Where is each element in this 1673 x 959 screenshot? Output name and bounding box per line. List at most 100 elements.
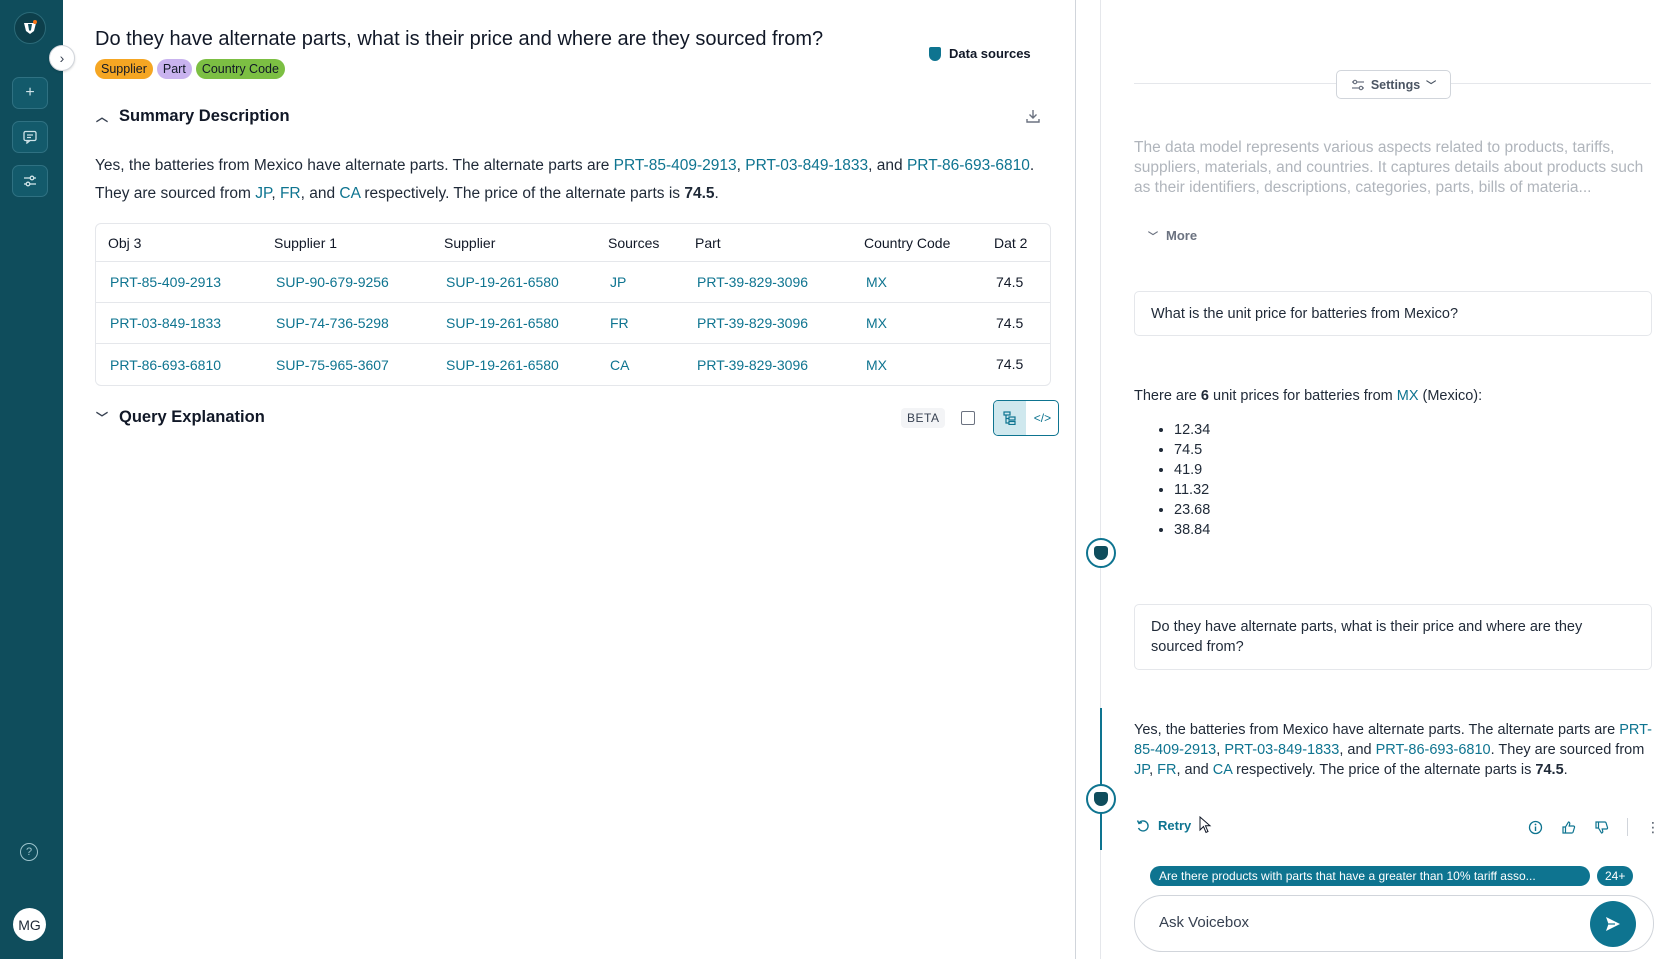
list-item: 38.84	[1174, 520, 1482, 540]
query-explanation-toggle[interactable]: ﹀ Query Explanation	[95, 408, 265, 427]
left-rail: + ? MG	[0, 0, 63, 959]
answer-count: 6	[1200, 388, 1209, 404]
thumbs-up-icon[interactable]	[1561, 820, 1576, 835]
tag-supplier: Supplier	[95, 59, 153, 79]
info-icon[interactable]	[1528, 820, 1543, 835]
summary-heading: Summary Description	[119, 107, 290, 125]
beta-badge: BETA	[901, 408, 946, 428]
country-link[interactable]: MX	[1397, 388, 1419, 404]
chat-history-button[interactable]	[12, 121, 48, 153]
country-link[interactable]: FR	[1157, 762, 1176, 778]
table-cell-link[interactable]: JP	[596, 262, 683, 303]
user-avatar[interactable]: MG	[13, 908, 46, 941]
table-row: PRT-03-849-1833 SUP-74-736-5298 SUP-19-2…	[96, 303, 1050, 344]
table-cell-link[interactable]: SUP-90-679-9256	[262, 262, 432, 303]
column-header[interactable]: Obj 3	[96, 224, 262, 262]
filters-button[interactable]	[12, 165, 48, 197]
message-actions: ⋮	[1528, 818, 1660, 836]
country-link[interactable]: FR	[280, 185, 301, 202]
more-options-icon[interactable]: ⋮	[1646, 819, 1660, 836]
country-link[interactable]: JP	[1134, 762, 1149, 778]
part-link[interactable]: PRT-03-849-1833	[745, 157, 868, 174]
table-cell-link[interactable]: SUP-19-261-6580	[432, 262, 596, 303]
part-link[interactable]: PRT-86-693-6810	[907, 157, 1030, 174]
send-button[interactable]	[1590, 901, 1636, 947]
table-cell-link[interactable]: SUP-75-965-3607	[262, 344, 432, 385]
table-cell-link[interactable]: FR	[596, 303, 683, 344]
ask-input[interactable]	[1159, 914, 1579, 931]
table-cell-link[interactable]: MX	[852, 303, 982, 344]
table-cell-link[interactable]: SUP-19-261-6580	[432, 303, 596, 344]
flow-view-button[interactable]	[994, 401, 1027, 435]
sliders-icon	[24, 175, 36, 187]
table-cell-link[interactable]: SUP-74-736-5298	[262, 303, 432, 344]
list-item: 12.34	[1174, 420, 1482, 440]
assistant-logo-icon	[1094, 546, 1108, 560]
column-header[interactable]: Dat 2	[982, 224, 1050, 262]
table-cell-link[interactable]: PRT-86-693-6810	[96, 344, 262, 385]
table-cell: 74.5	[982, 262, 1050, 303]
download-icon[interactable]	[1025, 108, 1041, 124]
app-logo-icon[interactable]	[14, 12, 46, 44]
table-cell-link[interactable]: PRT-39-829-3096	[683, 344, 852, 385]
country-link[interactable]: CA	[339, 185, 360, 202]
table-cell: 74.5	[996, 356, 1024, 372]
table-cell-link[interactable]: CA	[596, 344, 683, 385]
table-cell-link[interactable]: MX	[852, 344, 982, 385]
actions-divider	[1627, 818, 1628, 836]
table-row: PRT-85-409-2913 SUP-90-679-9256 SUP-19-2…	[96, 262, 1050, 303]
data-sources-button[interactable]: Data sources	[929, 46, 1031, 61]
view-toggle: </>	[993, 400, 1060, 436]
table-cell-link[interactable]: PRT-03-849-1833	[96, 303, 262, 344]
chevron-down-icon: ﹀	[1426, 81, 1437, 92]
chat-icon	[23, 130, 37, 144]
more-button[interactable]: ﹀ More	[1148, 228, 1197, 243]
chevron-up-icon: ︿	[95, 110, 108, 124]
list-item: 74.5	[1174, 440, 1482, 460]
answer-price: 74.5	[1535, 762, 1564, 778]
settings-button[interactable]: Settings ﹀	[1336, 70, 1451, 99]
user-message: What is the unit price for batteries fro…	[1134, 291, 1652, 336]
part-link[interactable]: PRT-85-409-2913	[614, 157, 737, 174]
thumbs-down-icon[interactable]	[1594, 820, 1609, 835]
code-view-button[interactable]: </>	[1026, 401, 1058, 435]
table-row: PRT-86-693-6810 SUP-75-965-3607 SUP-19-2…	[96, 344, 1050, 385]
table-cell: 74.5	[982, 303, 1050, 344]
retry-button[interactable]: Retry	[1136, 818, 1191, 833]
answer-intro: There are 6 unit prices for batteries fr…	[1134, 386, 1482, 406]
summary-section-toggle[interactable]: ︿ Summary Description	[95, 107, 290, 126]
table-cell-link[interactable]: MX	[852, 262, 982, 303]
column-header[interactable]: Country Code	[852, 224, 982, 262]
active-thread-indicator	[1100, 708, 1102, 850]
suggestions-count-badge[interactable]: 24+	[1597, 866, 1634, 886]
plus-icon: +	[25, 84, 35, 101]
column-header[interactable]: Part	[683, 224, 852, 262]
help-icon[interactable]: ?	[20, 843, 38, 861]
column-header[interactable]: Supplier 1	[262, 224, 432, 262]
column-header[interactable]: Sources	[596, 224, 683, 262]
answer-text-part: (Mexico):	[1418, 388, 1483, 404]
table-cell-link[interactable]: PRT-85-409-2913	[96, 262, 262, 303]
country-link[interactable]: CA	[1213, 762, 1232, 778]
table-cell-link[interactable]: PRT-39-829-3096	[683, 262, 852, 303]
answer-text-part: , and	[1176, 762, 1213, 778]
table-cell-link[interactable]: SUP-19-261-6580	[432, 344, 596, 385]
expand-rail-button[interactable]: ›	[49, 45, 75, 71]
table-header-row: Obj 3 Supplier 1 Supplier Sources Part C…	[96, 224, 1050, 262]
part-link[interactable]: PRT-03-849-1833	[1224, 742, 1339, 758]
part-link[interactable]: PRT-86-693-6810	[1376, 742, 1491, 758]
copy-icon[interactable]	[961, 411, 976, 425]
country-link[interactable]: JP	[255, 185, 271, 202]
mouse-cursor-icon	[1199, 816, 1212, 834]
column-header[interactable]: Supplier	[432, 224, 596, 262]
list-item: 41.9	[1174, 460, 1482, 480]
answer-text-part: . They are sourced from	[1490, 742, 1645, 758]
assistant-avatar	[1086, 538, 1116, 568]
price-list: 12.34 74.5 41.9 11.32 23.68 38.84	[1174, 420, 1482, 540]
chevron-down-icon: ﹀	[1148, 232, 1158, 243]
summary-price: 74.5	[684, 185, 715, 202]
new-chat-button[interactable]: +	[12, 77, 48, 109]
suggested-question-chip[interactable]: Are there products with parts that have …	[1150, 866, 1590, 886]
table-cell-link[interactable]: PRT-39-829-3096	[683, 303, 852, 344]
summary-text-part: ,	[271, 185, 280, 202]
